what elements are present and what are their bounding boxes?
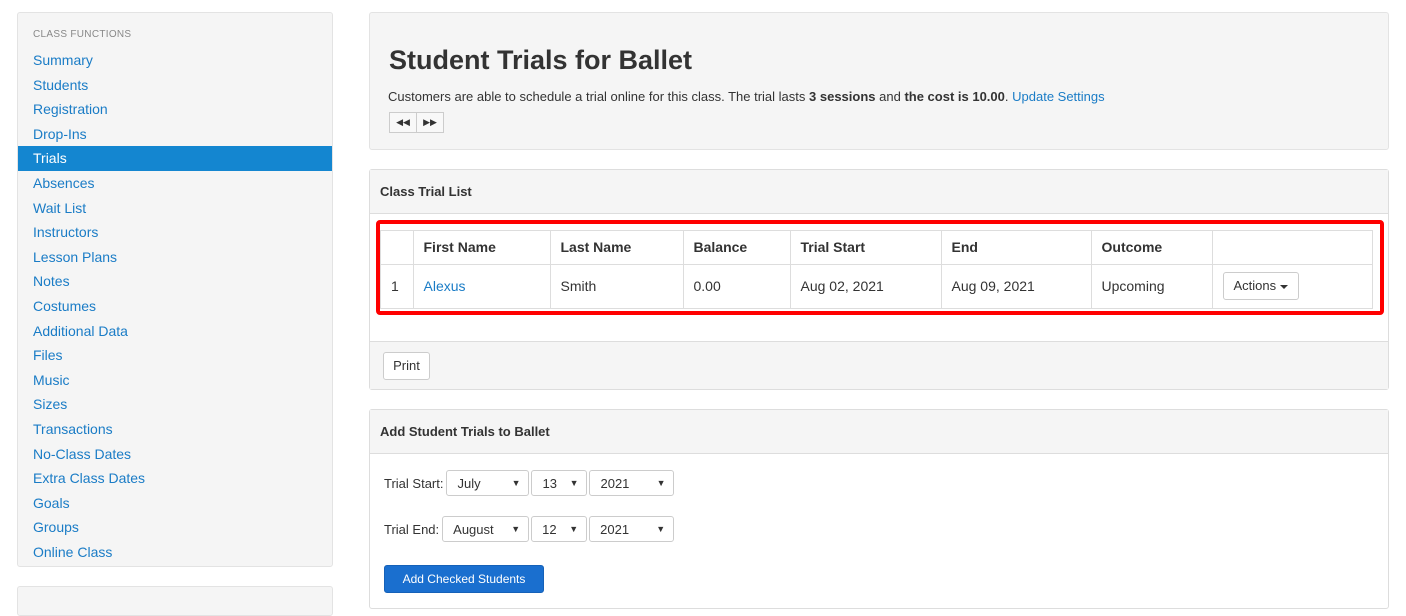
page-title: Student Trials for Ballet — [389, 45, 693, 75]
page-header: Student Trials for Ballet Customers are … — [369, 12, 1389, 150]
class-trial-list-heading: Class Trial List — [370, 170, 1388, 214]
sidebar-item-music[interactable]: Music — [18, 368, 332, 393]
actions-dropdown-button[interactable]: Actions — [1222, 272, 1300, 301]
add-checked-students-button[interactable]: Add Checked Students — [384, 565, 544, 593]
trial-end-year-select[interactable]: 2021 ▼ — [589, 516, 675, 542]
trial-end-day-select[interactable]: 12 ▼ — [531, 516, 588, 542]
table-header-row: First Name Last Name Balance Trial Start… — [381, 231, 1372, 265]
update-settings-link[interactable]: Update Settings — [1012, 89, 1105, 104]
sidebar-item-no-class-dates[interactable]: No-Class Dates — [18, 442, 332, 467]
chevron-down-icon: ▼ — [569, 524, 579, 534]
trial-start-label: Trial Start: — [384, 475, 444, 491]
student-balance: 0.00 — [682, 264, 790, 308]
trial-outcome: Upcoming — [1090, 264, 1212, 308]
col-actions-header — [1211, 231, 1372, 265]
sidebar-item-sizes[interactable]: Sizes — [18, 392, 332, 417]
sidebar-item-notes[interactable]: Notes — [18, 269, 332, 294]
sidebar-item-summary[interactable]: Summary — [18, 48, 332, 73]
row-index: 1 — [391, 278, 399, 295]
chevron-down-icon: ▼ — [511, 524, 521, 534]
trial-end-month-select[interactable]: August ▼ — [442, 516, 530, 542]
col-outcome-header: Outcome — [1090, 231, 1212, 265]
trial-start-row: Trial Start: July ▼ 13 ▼ 2021 ▼ — [384, 470, 676, 496]
class-nav-buttons: ◀◀ ▶▶ — [389, 112, 444, 133]
student-first-name-link[interactable]: Alexus — [424, 278, 466, 294]
next-class-icon[interactable]: ▶▶ — [416, 112, 444, 133]
trial-end-date: Aug 09, 2021 — [940, 264, 1091, 308]
sidebar-item-additional-data[interactable]: Additional Data — [18, 319, 332, 344]
trial-start-year-select[interactable]: 2021 ▼ — [589, 470, 675, 496]
col-first-name-header: First Name — [412, 231, 550, 265]
sidebar-item-lesson-plans[interactable]: Lesson Plans — [18, 245, 332, 270]
sidebar-item-goals[interactable]: Goals — [18, 491, 332, 516]
col-index-header — [381, 231, 413, 265]
trial-start-month-select[interactable]: July ▼ — [446, 470, 530, 496]
trial-settings-description: Customers are able to schedule a trial o… — [388, 89, 1105, 104]
sidebar-item-wait-list[interactable]: Wait List — [18, 196, 332, 221]
sidebar-item-files[interactable]: Files — [18, 343, 332, 368]
trial-end-row: Trial End: August ▼ 12 ▼ 2021 ▼ — [384, 516, 676, 542]
sidebar-item-instructors[interactable]: Instructors — [18, 220, 332, 245]
class-trial-list-panel: Class Trial List First Name Last Name Ba… — [369, 169, 1389, 390]
sidebar-item-trials[interactable]: Trials — [18, 146, 332, 171]
add-trials-heading: Add Student Trials to Ballet — [370, 410, 1388, 454]
class-functions-sidebar: CLASS FUNCTIONS Summary Students Registr… — [17, 12, 333, 567]
sidebar-item-drop-ins[interactable]: Drop-Ins — [18, 122, 332, 147]
col-end-header: End — [940, 231, 1091, 265]
trial-end-label: Trial End: — [384, 521, 440, 537]
col-trial-start-header: Trial Start — [789, 231, 941, 265]
add-student-trials-panel: Add Student Trials to Ballet Trial Start… — [369, 409, 1389, 609]
sidebar-title: CLASS FUNCTIONS — [33, 29, 132, 40]
chevron-down-icon: ▼ — [656, 524, 666, 534]
previous-class-icon[interactable]: ◀◀ — [389, 112, 417, 133]
trial-start-day-select[interactable]: 13 ▼ — [531, 470, 588, 496]
caret-down-icon — [1280, 284, 1289, 289]
print-button[interactable]: Print — [383, 352, 430, 380]
col-balance-header: Balance — [682, 231, 790, 265]
student-last-name: Smith — [549, 264, 683, 308]
sidebar-item-absences[interactable]: Absences — [18, 171, 332, 196]
trial-list-footer: Print — [370, 341, 1388, 389]
sidebar-item-costumes[interactable]: Costumes — [18, 294, 332, 319]
sidebar-item-students[interactable]: Students — [18, 73, 332, 98]
trial-table: First Name Last Name Balance Trial Start… — [380, 230, 1373, 309]
chevron-down-icon: ▼ — [656, 478, 666, 488]
sidebar-item-groups[interactable]: Groups — [18, 515, 332, 540]
table-row: 1 Alexus Smith 0.00 Aug 02, 2021 Aug 09,… — [381, 264, 1372, 308]
sidebar-item-extra-class-dates[interactable]: Extra Class Dates — [18, 466, 332, 491]
chevron-down-icon: ▼ — [511, 478, 521, 488]
secondary-sidebar-panel — [17, 586, 333, 616]
sidebar-item-online-class[interactable]: Online Class — [18, 540, 332, 565]
sidebar-item-transactions[interactable]: Transactions — [18, 417, 332, 442]
chevron-down-icon: ▼ — [569, 478, 579, 488]
col-last-name-header: Last Name — [549, 231, 683, 265]
sidebar-item-registration[interactable]: Registration — [18, 97, 332, 122]
trial-start-date: Aug 02, 2021 — [789, 264, 941, 308]
